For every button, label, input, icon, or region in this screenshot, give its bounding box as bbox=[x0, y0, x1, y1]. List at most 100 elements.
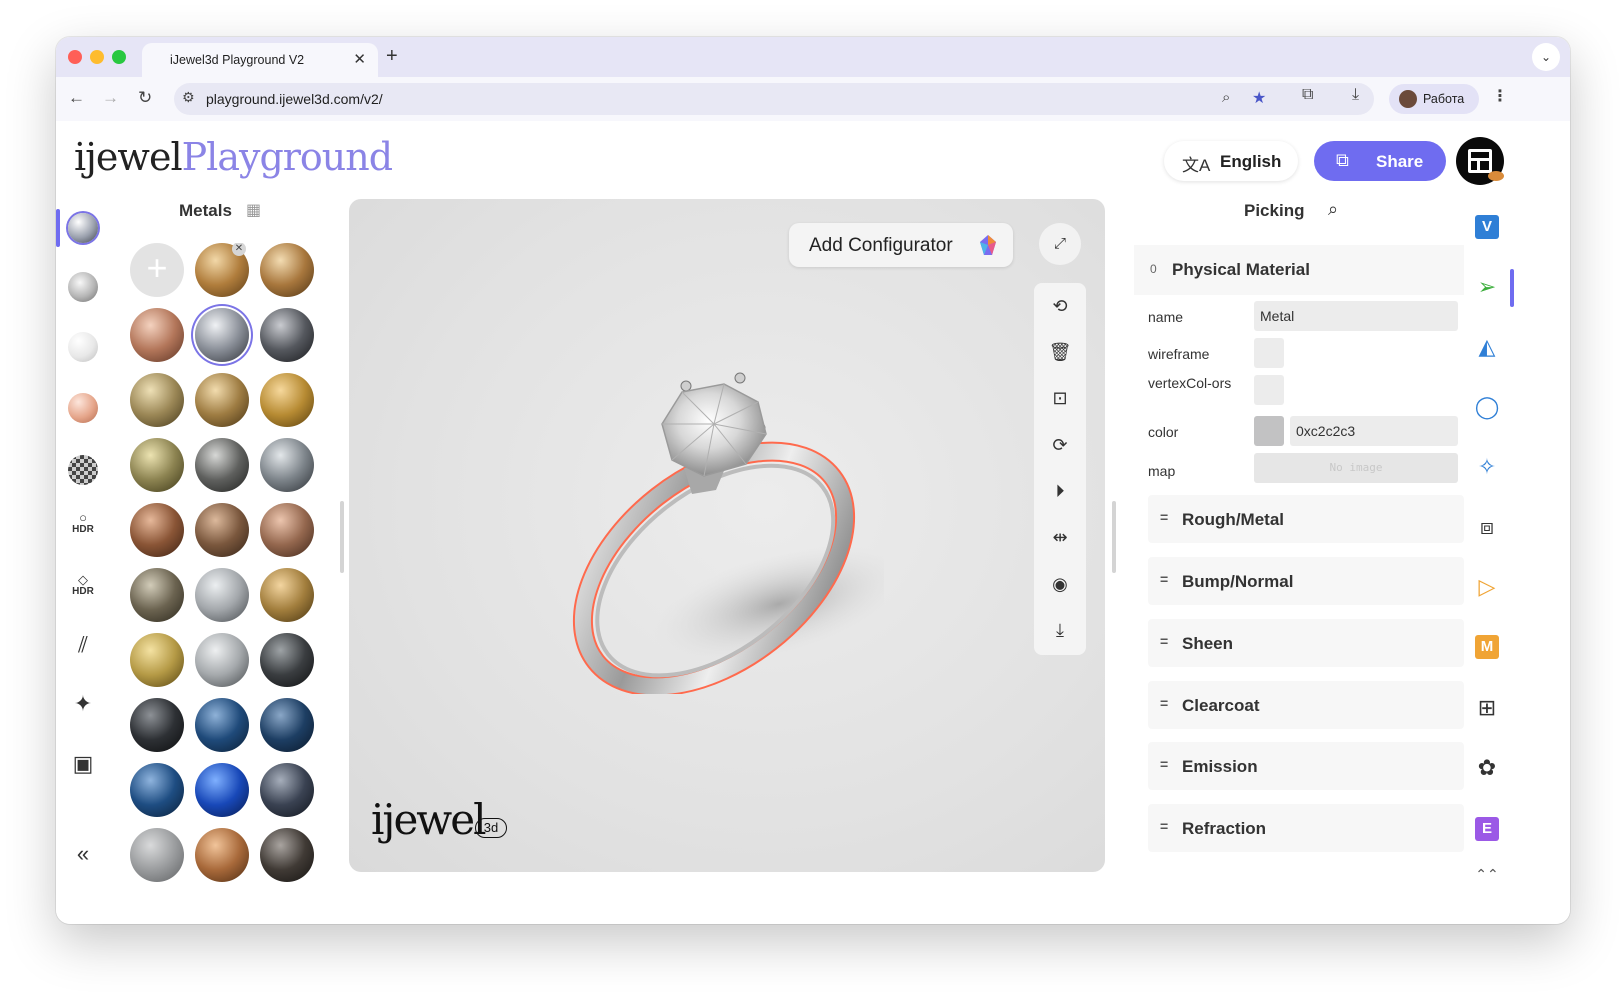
material-swatch[interactable] bbox=[260, 308, 314, 362]
rough-metal-section-header[interactable]: = Rough/Metal bbox=[1148, 495, 1464, 543]
forward-arrow-icon[interactable]: → bbox=[102, 88, 119, 108]
material-swatch[interactable] bbox=[130, 308, 184, 362]
material-swatch[interactable] bbox=[130, 373, 184, 427]
user-avatar[interactable] bbox=[1456, 137, 1504, 185]
rail-pattern-icon[interactable] bbox=[68, 455, 98, 485]
camera-icon[interactable]: ◉ bbox=[1047, 571, 1073, 597]
material-swatch[interactable] bbox=[130, 568, 184, 622]
app-logo[interactable]: ijewelPlayground bbox=[74, 135, 393, 179]
add-configurator-button[interactable]: Add Configurator bbox=[789, 223, 1013, 267]
delete-trash-icon[interactable]: 🗑 bbox=[1047, 339, 1073, 365]
material-swatch[interactable] bbox=[130, 828, 184, 882]
reset-view-icon[interactable]: ⟲ bbox=[1047, 293, 1073, 319]
rail-v-plugin-icon[interactable]: V bbox=[1472, 212, 1502, 242]
material-swatch[interactable] bbox=[130, 763, 184, 817]
material-swatch[interactable] bbox=[260, 698, 314, 752]
material-swatch[interactable] bbox=[195, 698, 249, 752]
play-animation-icon[interactable]: ⏵ bbox=[1047, 478, 1073, 504]
emission-section-header[interactable]: = Emission bbox=[1148, 742, 1464, 790]
sheen-section-header[interactable]: = Sheen bbox=[1148, 619, 1464, 667]
download-icon[interactable]: ⤓ bbox=[1352, 86, 1359, 104]
language-button[interactable]: 文A English bbox=[1164, 141, 1298, 181]
material-swatch[interactable] bbox=[195, 308, 249, 362]
tab-ijewel-playground[interactable]: iJewel3d Playground V2 ✕ bbox=[142, 43, 378, 77]
back-arrow-icon[interactable]: ← bbox=[68, 88, 85, 108]
url-text[interactable]: playground.ijewel3d.com/v2/ bbox=[206, 91, 383, 107]
rail-sparkle-icon[interactable]: ✧ bbox=[1472, 452, 1502, 482]
rail-ring-icon[interactable]: ◯ bbox=[1472, 392, 1502, 422]
material-swatch[interactable] bbox=[260, 633, 314, 687]
material-swatch[interactable] bbox=[195, 633, 249, 687]
export-download-icon[interactable]: ⤓ bbox=[1047, 617, 1073, 643]
material-swatch[interactable] bbox=[195, 568, 249, 622]
physical-material-section-header[interactable]: 0 Physical Material bbox=[1134, 245, 1464, 295]
rail-hdr-diamond-icon[interactable]: ◇ HDR bbox=[68, 573, 98, 603]
rail-play-icon[interactable]: ▷ bbox=[1472, 572, 1502, 602]
material-swatch[interactable] bbox=[195, 503, 249, 557]
picking-search-icon[interactable]: ⌕ bbox=[1328, 199, 1338, 220]
material-swatch[interactable] bbox=[260, 763, 314, 817]
left-panel-resize-handle[interactable] bbox=[340, 501, 344, 573]
rail-more-chevron-icon[interactable]: ⌃⌃ bbox=[1472, 859, 1502, 889]
rail-shapes-icon[interactable]: ◭ bbox=[1472, 332, 1502, 362]
rail-stripes-icon[interactable]: ⫽ bbox=[68, 630, 98, 660]
new-tab-button[interactable]: + bbox=[386, 45, 398, 68]
close-window-button[interactable] bbox=[68, 50, 82, 64]
minimize-window-button[interactable] bbox=[90, 50, 104, 64]
collapse-double-chevron-icon[interactable]: « bbox=[68, 839, 98, 869]
extensions-puzzle-icon[interactable]: ⧉ bbox=[1302, 86, 1313, 104]
browser-menu-icon[interactable]: ⋮ bbox=[1492, 86, 1508, 106]
material-swatch[interactable] bbox=[260, 373, 314, 427]
material-swatch[interactable] bbox=[195, 438, 249, 492]
rail-plastic-icon[interactable] bbox=[68, 393, 98, 423]
color-field[interactable]: 0xc2c2c3 bbox=[1290, 416, 1458, 446]
share-button[interactable]: ⧉ Share bbox=[1314, 141, 1446, 181]
rail-ceramic-icon[interactable] bbox=[68, 332, 98, 362]
rail-hdr-icon[interactable]: ○ HDR bbox=[68, 511, 98, 541]
add-material-button[interactable]: + bbox=[130, 243, 184, 297]
right-panel-resize-handle[interactable] bbox=[1112, 501, 1116, 573]
rail-metals-icon[interactable] bbox=[68, 213, 98, 243]
clearcoat-section-header[interactable]: = Clearcoat bbox=[1148, 681, 1464, 729]
wireframe-checkbox[interactable] bbox=[1254, 338, 1284, 368]
move-handle-icon[interactable]: ⇹ bbox=[1047, 524, 1073, 550]
rail-grid-icon[interactable]: ⊞ bbox=[1472, 693, 1502, 723]
tab-close-icon[interactable]: ✕ bbox=[353, 50, 366, 68]
3d-viewport[interactable]: Add Configurator ⤢ ⟲ 🗑 ⊡ ⟳ ⏵ ⇹ ◉ ⤓ ijewe… bbox=[349, 199, 1105, 872]
material-swatch[interactable] bbox=[130, 633, 184, 687]
rail-puzzle-icon[interactable]: ✿ bbox=[1472, 753, 1502, 783]
maximize-window-button[interactable] bbox=[112, 50, 126, 64]
material-swatch[interactable] bbox=[195, 763, 249, 817]
vertex-colors-checkbox[interactable] bbox=[1254, 375, 1284, 405]
material-swatch[interactable] bbox=[260, 568, 314, 622]
rail-m-plugin-icon[interactable]: M bbox=[1472, 632, 1502, 662]
library-book-icon[interactable]: ▦ bbox=[246, 200, 261, 220]
material-swatch[interactable] bbox=[195, 373, 249, 427]
fullscreen-icon[interactable]: ⤢ bbox=[1039, 223, 1081, 265]
ring-model[interactable] bbox=[564, 364, 884, 694]
rail-gems-icon[interactable] bbox=[68, 272, 98, 302]
site-settings-icon[interactable]: ⚙ bbox=[182, 89, 195, 106]
focus-target-icon[interactable]: ⊡ bbox=[1047, 385, 1073, 411]
bump-normal-section-header[interactable]: = Bump/Normal bbox=[1148, 557, 1464, 605]
rotate-icon[interactable]: ⟳ bbox=[1047, 432, 1073, 458]
material-swatch[interactable] bbox=[260, 438, 314, 492]
bookmark-star-icon[interactable]: ★ bbox=[1252, 88, 1266, 108]
material-swatch[interactable] bbox=[130, 698, 184, 752]
rail-sparkles-icon[interactable]: ✦ bbox=[68, 689, 98, 719]
rail-image-icon[interactable]: ▣ bbox=[68, 749, 98, 779]
material-swatch[interactable] bbox=[130, 438, 184, 492]
zoom-icon[interactable]: ⌕ bbox=[1222, 89, 1230, 106]
material-swatch[interactable] bbox=[260, 828, 314, 882]
rail-upload-icon[interactable]: ⧈ bbox=[1472, 512, 1502, 542]
refraction-section-header[interactable]: = Refraction bbox=[1148, 804, 1464, 852]
reload-icon[interactable]: ↻ bbox=[138, 88, 152, 108]
tab-search-chevron-icon[interactable]: ⌄ bbox=[1532, 43, 1560, 71]
material-swatch[interactable] bbox=[260, 503, 314, 557]
material-swatch[interactable] bbox=[260, 243, 314, 297]
name-field[interactable]: Metal bbox=[1254, 301, 1458, 331]
rail-picking-cursor-icon[interactable]: ➢ bbox=[1472, 272, 1502, 302]
color-swatch[interactable] bbox=[1254, 416, 1284, 446]
material-swatch[interactable] bbox=[130, 503, 184, 557]
address-bar[interactable]: ⚙ playground.ijewel3d.com/v2/ ⌕ ★ bbox=[174, 83, 1374, 115]
